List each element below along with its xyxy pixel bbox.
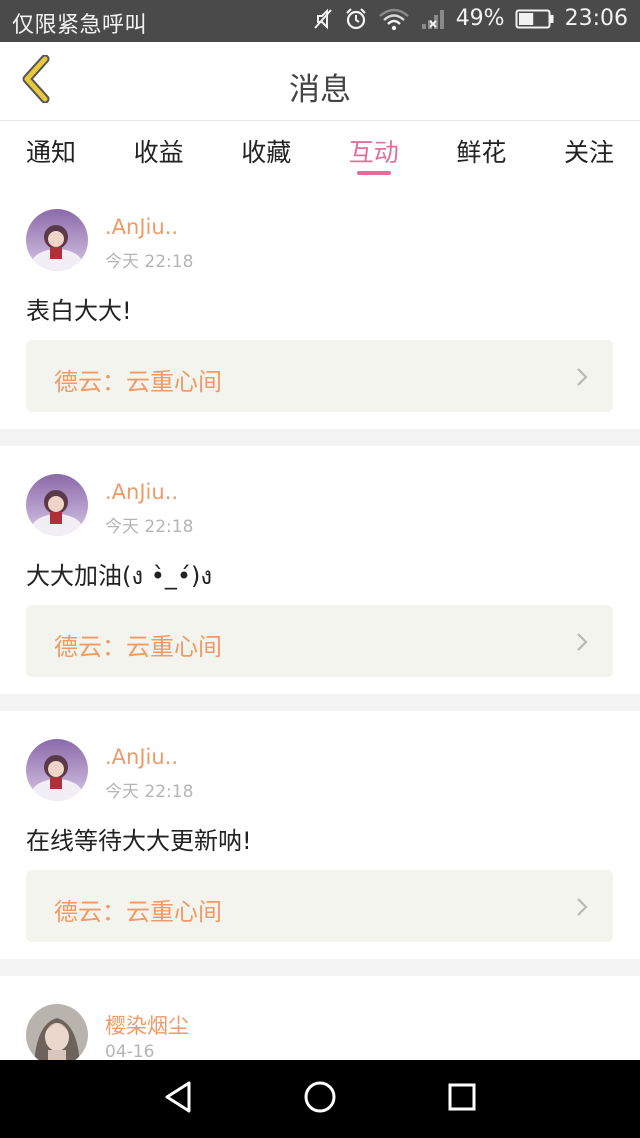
message-text: 表白大大! <box>26 297 132 325</box>
tab-flowers[interactable]: 鲜花 <box>456 121 506 181</box>
signal-icon <box>420 7 446 31</box>
battery-icon <box>515 8 555 30</box>
username[interactable]: 樱染烟尘 <box>105 1010 189 1040</box>
work-title: 德云：云重心间 <box>54 368 222 396</box>
status-icons: 49% 23:06 <box>312 6 628 31</box>
battery-percent: 49% <box>455 6 505 31</box>
carrier-text: 仅限紧急呼叫 <box>12 13 148 38</box>
timestamp: 今天 22:18 <box>105 782 194 802</box>
tab-bar: 通知 收益 收藏 互动 鲜花 关注 <box>0 121 640 181</box>
message-card: .AnJiu.. 今天 22:18 表白大大! 德云：云重心间 <box>0 181 640 429</box>
nav-recents-button[interactable] <box>442 1079 482 1119</box>
avatar[interactable] <box>26 474 88 536</box>
message-text: 在线等待大大更新呐! <box>26 827 252 855</box>
username[interactable]: .AnJiu.. <box>105 215 178 239</box>
tab-notifications[interactable]: 通知 <box>26 121 76 181</box>
wifi-icon <box>378 7 410 31</box>
timestamp: 04-16 <box>105 1042 155 1060</box>
clock-time: 23:06 <box>564 6 628 31</box>
status-bar: 仅限紧急呼叫 49% 23:06 <box>0 0 640 42</box>
message-card: 樱染烟尘 04-16 <box>0 976 640 1060</box>
avatar[interactable] <box>26 1004 88 1060</box>
avatar[interactable] <box>26 739 88 801</box>
tab-interactions[interactable]: 互动 <box>349 121 399 181</box>
username[interactable]: .AnJiu.. <box>105 745 178 769</box>
avatar[interactable] <box>26 209 88 271</box>
work-title: 德云：云重心间 <box>54 898 222 926</box>
page-title: 消息 <box>289 72 351 108</box>
tab-earnings[interactable]: 收益 <box>134 121 184 181</box>
nav-home-button[interactable] <box>300 1079 340 1119</box>
work-link[interactable]: 德云：云重心间 <box>26 340 613 412</box>
timestamp: 今天 22:18 <box>105 252 194 272</box>
work-link[interactable]: 德云：云重心间 <box>26 605 613 677</box>
alarm-icon <box>344 7 368 31</box>
message-card: .AnJiu.. 今天 22:18 在线等待大大更新呐! 德云：云重心间 <box>0 711 640 959</box>
work-title: 德云：云重心间 <box>54 633 222 661</box>
tab-following[interactable]: 关注 <box>564 121 614 181</box>
username[interactable]: .AnJiu.. <box>105 480 178 504</box>
timestamp: 今天 22:18 <box>105 517 194 537</box>
chevron-right-icon <box>575 631 589 657</box>
chevron-right-icon <box>575 896 589 922</box>
work-link[interactable]: 德云：云重心间 <box>26 870 613 942</box>
chevron-right-icon <box>575 366 589 392</box>
back-triangle-icon <box>161 1079 195 1119</box>
tab-favorites[interactable]: 收藏 <box>241 121 291 181</box>
mute-icon <box>312 7 334 31</box>
recents-square-icon <box>446 1081 478 1117</box>
system-nav-bar <box>0 1060 640 1138</box>
home-circle-icon <box>302 1079 338 1119</box>
nav-back-button[interactable] <box>158 1079 198 1119</box>
message-feed[interactable]: .AnJiu.. 今天 22:18 表白大大! 德云：云重心间 .AnJiu..… <box>0 181 640 1060</box>
app-header: 消息 <box>0 42 640 120</box>
message-text: 大大加油(ง •̀_•́)ง <box>26 562 213 590</box>
message-card: .AnJiu.. 今天 22:18 大大加油(ง •̀_•́)ง 德云：云重心间 <box>0 446 640 694</box>
